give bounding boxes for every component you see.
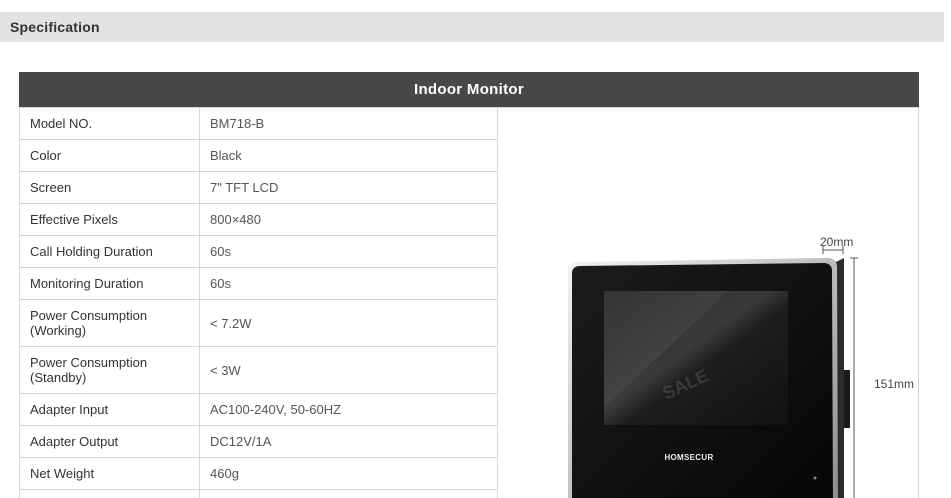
table-row: Model NO. BM718-B xyxy=(19,107,498,140)
table-row: Adapter Output DC12V/1A xyxy=(19,425,498,458)
table-row: Net Weight 460g xyxy=(19,457,498,490)
product-image-panel: 20mm 151mm SALE HOMSECUR xyxy=(498,107,919,498)
depth-label: 20mm xyxy=(820,235,853,249)
spec-value: 460g xyxy=(199,457,498,490)
table-row: Color Black xyxy=(19,139,498,172)
spec-value: AC100-240V, 50-60HZ xyxy=(199,393,498,426)
spec-value: 800×480 xyxy=(199,203,498,236)
table-row: Effective Pixels 800×480 xyxy=(19,203,498,236)
spec-label: Adapter Output xyxy=(19,425,200,458)
table-row: Power Consumption (Standby) < 3W xyxy=(19,346,498,394)
spec-value: < 3W xyxy=(199,346,498,394)
spec-value: 60s xyxy=(199,235,498,268)
spec-label: Monitoring Duration xyxy=(19,267,200,300)
spec-label: Screen xyxy=(19,171,200,204)
spec-value xyxy=(199,489,498,498)
spec-table: Model NO. BM718-B Color Black Screen 7" … xyxy=(19,107,498,498)
spec-box: Indoor Monitor Model NO. BM718-B Color B… xyxy=(19,72,919,498)
spec-value: < 7.2W xyxy=(199,299,498,347)
monitor-illustration: 20mm 151mm SALE HOMSECUR xyxy=(568,235,914,498)
table-row: Call Holding Duration 60s xyxy=(19,235,498,268)
table-row: Adapter Input AC100-240V, 50-60HZ xyxy=(19,393,498,426)
spec-value: 60s xyxy=(199,267,498,300)
spec-label: Power Consumption (Working) xyxy=(19,299,200,347)
spec-value: 7" TFT LCD xyxy=(199,171,498,204)
spec-label: Color xyxy=(19,139,200,172)
table-row: Monitoring Duration 60s xyxy=(19,267,498,300)
spec-label: Adapter Input xyxy=(19,393,200,426)
section-title: Specification xyxy=(10,19,100,35)
spec-value: Black xyxy=(199,139,498,172)
spec-value: DC12V/1A xyxy=(199,425,498,458)
product-title-bar: Indoor Monitor xyxy=(19,72,919,107)
table-row xyxy=(19,489,498,498)
table-row: Power Consumption (Working) < 7.2W xyxy=(19,299,498,347)
spec-label: Model NO. xyxy=(19,107,200,140)
spec-label: Call Holding Duration xyxy=(19,235,200,268)
brand-logo: HOMSECUR xyxy=(664,453,713,462)
height-dimension: 151mm xyxy=(850,257,914,498)
table-row: Screen 7" TFT LCD xyxy=(19,171,498,204)
depth-dimension: 20mm xyxy=(820,235,853,254)
spec-value: BM718-B xyxy=(199,107,498,140)
spec-label xyxy=(19,489,200,498)
product-title: Indoor Monitor xyxy=(413,81,524,98)
spec-label: Power Consumption (Standby) xyxy=(19,346,200,394)
height-label: 151mm xyxy=(874,377,914,391)
spec-label: Net Weight xyxy=(19,457,200,490)
section-header: Specification xyxy=(0,12,944,42)
spec-label: Effective Pixels xyxy=(19,203,200,236)
monitor-bracket xyxy=(844,370,850,428)
indicator-led xyxy=(813,476,817,480)
